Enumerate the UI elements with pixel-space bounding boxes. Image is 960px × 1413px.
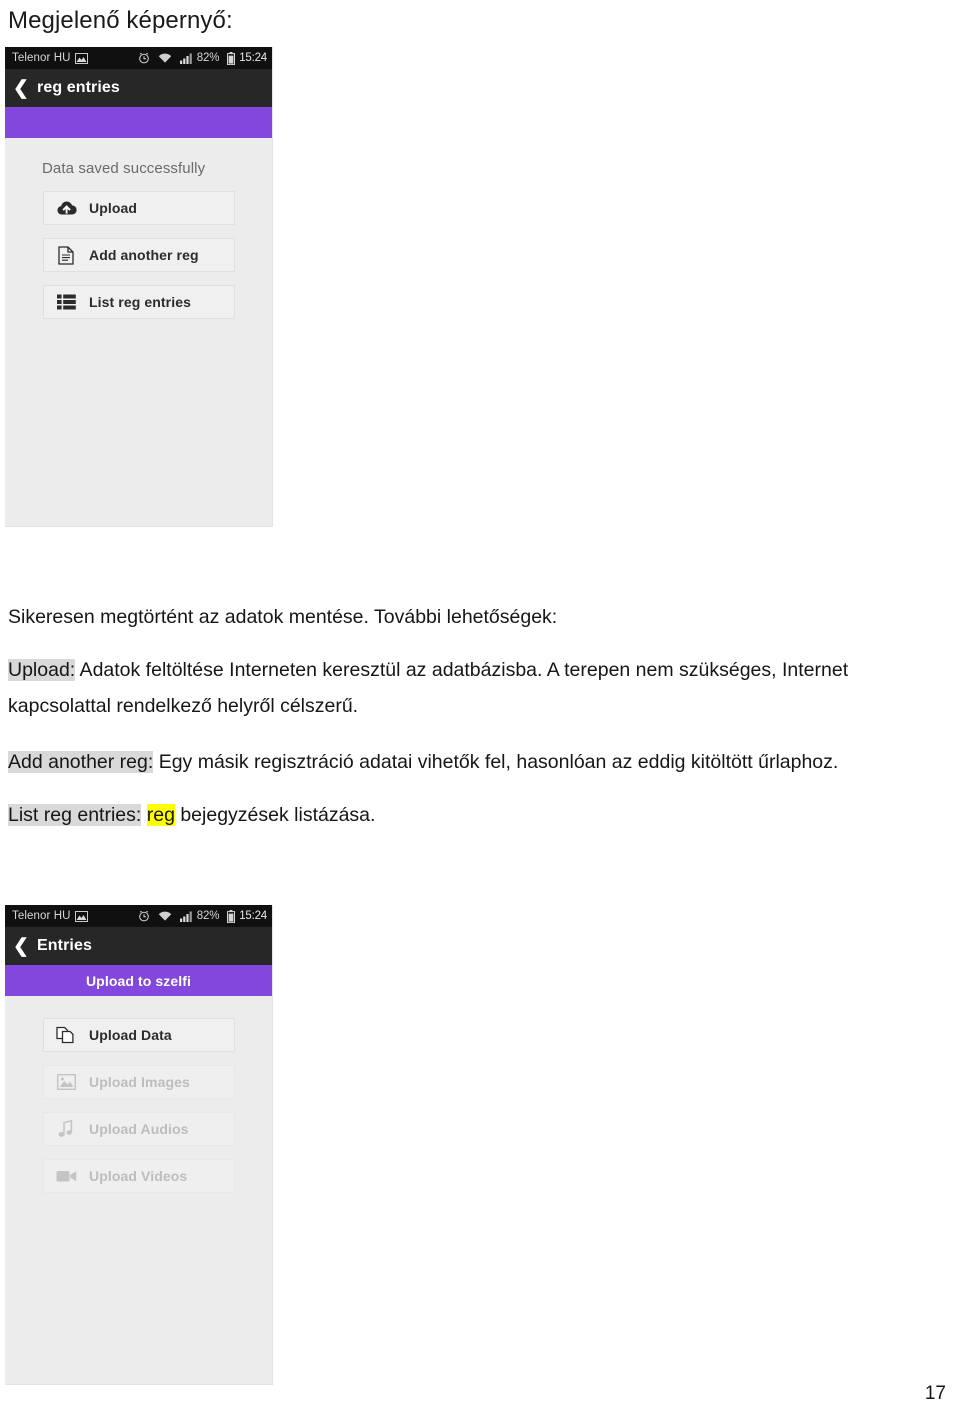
screen-content: Data saved successfully Upload Add anoth…: [5, 138, 272, 319]
add-another-reg-button-label: Add another reg: [89, 247, 199, 263]
upload-button-label: Upload: [89, 200, 138, 216]
copy-pages-icon: [54, 1024, 78, 1046]
carrier-label: Telenor HU: [12, 52, 71, 64]
picture-icon: [74, 52, 88, 64]
purple-accent-bar: [5, 107, 272, 138]
upload-videos-button[interactable]: Upload Videos: [43, 1159, 235, 1193]
wifi-icon: [158, 53, 172, 64]
status-right-group: 82% 15:24: [134, 909, 267, 923]
image-icon: [54, 1071, 78, 1093]
upload-button[interactable]: Upload: [43, 191, 235, 225]
page-number: 17: [924, 1383, 946, 1404]
status-bar: Telenor HU 82% 15:24: [5, 47, 272, 69]
upload-data-button[interactable]: Upload Data: [43, 1018, 235, 1052]
term-list-reg-entries: List reg entries:: [8, 804, 142, 826]
upload-to-szelfi-bar[interactable]: Upload to szelfi: [5, 965, 272, 996]
paragraph-intro: Sikeresen megtörtént az adatok mentése. …: [8, 599, 938, 635]
paragraph-list-reg-entries-body: bejegyzések listázása.: [174, 804, 376, 826]
document-icon: [54, 244, 78, 266]
action-bar-title: Entries: [37, 937, 92, 954]
battery-percent-label: 82%: [196, 910, 220, 922]
alarm-clock-icon: [138, 910, 150, 922]
status-right-group: 82% 15:24: [134, 51, 267, 65]
wifi-icon: [158, 911, 172, 922]
carrier-label: Telenor HU: [12, 910, 71, 922]
paragraph-list-reg-entries: List reg entries: reg bejegyzések listáz…: [8, 797, 938, 833]
list-reg-entries-button-label: List reg entries: [89, 294, 191, 310]
action-button-list: Upload Add another reg List reg entries: [5, 177, 272, 319]
page-title: Megjelenő képernyő:: [8, 7, 233, 34]
upload-audios-button[interactable]: Upload Audios: [43, 1112, 235, 1146]
back-chevron-icon[interactable]: ❮: [11, 79, 31, 98]
battery-icon: [227, 51, 236, 65]
signal-bars-icon: [179, 53, 193, 64]
term-upload: Upload:: [8, 659, 76, 681]
screen-content: Upload Data Upload Images Upload Audios …: [5, 996, 272, 1193]
upload-data-button-label: Upload Data: [89, 1027, 172, 1043]
upload-images-button[interactable]: Upload Images: [43, 1065, 235, 1099]
screenshot-reg-entries: Telenor HU 82% 15:24 ❮ reg entries Data …: [5, 47, 273, 527]
upload-button-list: Upload Data Upload Images Upload Audios …: [5, 996, 272, 1193]
paragraph-add-another-reg-body: Egy másik regisztráció adatai vihetők fe…: [153, 751, 839, 773]
upload-videos-button-label: Upload Videos: [89, 1168, 188, 1184]
status-message: Data saved successfully: [42, 160, 206, 177]
status-bar: Telenor HU 82% 15:24: [5, 905, 272, 927]
screenshot-entries-upload: Telenor HU 82% 15:24 ❮ Entries Upload to…: [5, 905, 273, 1385]
picture-icon: [74, 910, 88, 922]
upload-audios-button-label: Upload Audios: [89, 1121, 189, 1137]
highlight-reg: reg: [146, 804, 175, 826]
upload-to-szelfi-label: Upload to szelfi: [85, 972, 192, 989]
alarm-clock-icon: [138, 52, 150, 64]
signal-bars-icon: [179, 911, 193, 922]
video-camera-icon: [54, 1165, 78, 1187]
battery-icon: [227, 909, 236, 923]
list-reg-entries-button[interactable]: List reg entries: [43, 285, 235, 319]
paragraph-upload: Upload: Adatok feltöltése Interneten ker…: [8, 652, 938, 724]
upload-images-button-label: Upload Images: [89, 1074, 190, 1090]
action-bar: ❮ Entries: [5, 927, 272, 965]
clock-label: 15:24: [239, 52, 267, 64]
battery-percent-label: 82%: [196, 52, 220, 64]
action-bar: ❮ reg entries: [5, 69, 272, 107]
add-another-reg-button[interactable]: Add another reg: [43, 238, 235, 272]
paragraph-add-another-reg: Add another reg: Egy másik regisztráció …: [8, 744, 938, 780]
back-chevron-icon[interactable]: ❮: [11, 937, 31, 956]
music-note-icon: [54, 1118, 78, 1140]
clock-label: 15:24: [239, 910, 267, 922]
paragraph-intro-text: Sikeresen megtörtént az adatok mentése. …: [8, 606, 558, 628]
cloud-upload-icon: [54, 197, 78, 219]
action-bar-title: reg entries: [37, 79, 120, 96]
paragraph-upload-body: Adatok feltöltése Interneten keresztül a…: [8, 659, 849, 717]
term-add-another-reg: Add another reg:: [8, 751, 154, 773]
list-icon: [54, 291, 78, 313]
